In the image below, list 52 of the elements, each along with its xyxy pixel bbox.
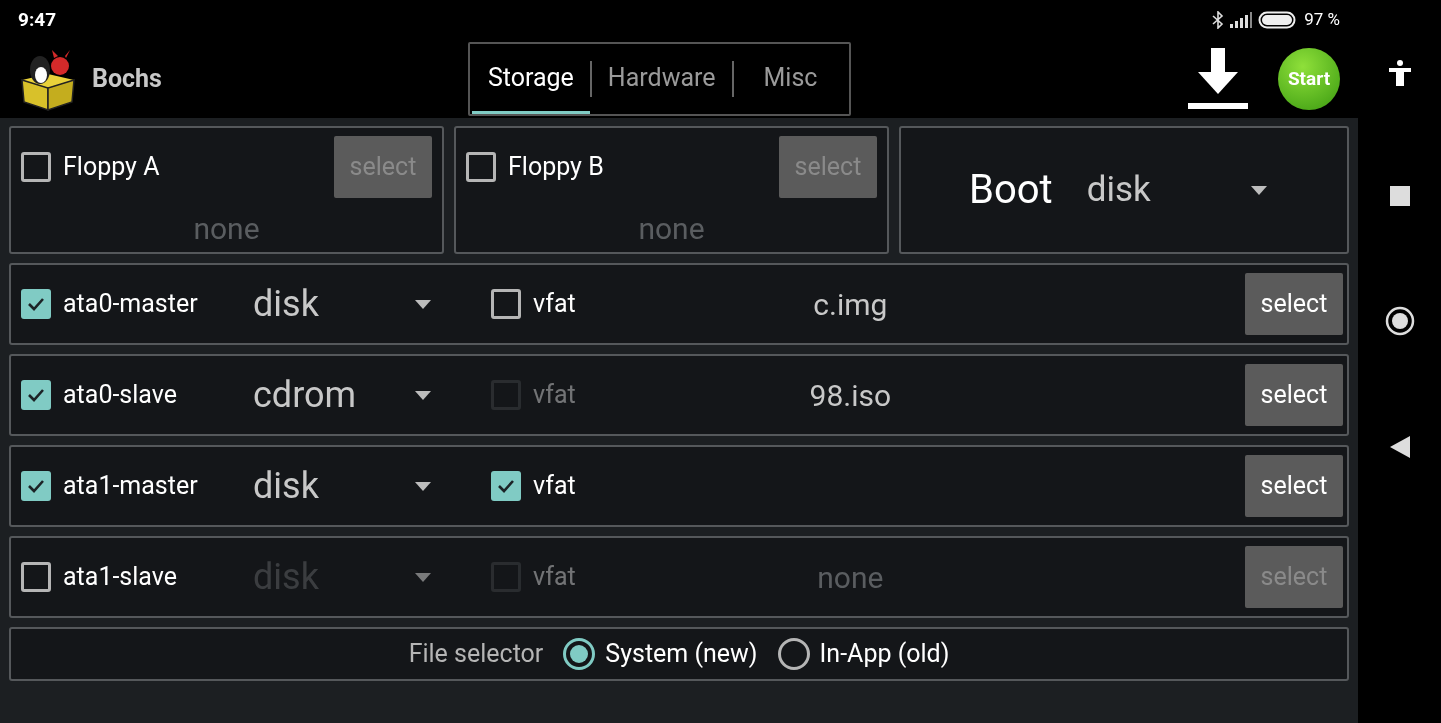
radio-option[interactable]: System (new) [563, 635, 758, 673]
bluetooth-icon [1212, 11, 1225, 29]
vfat-label: vfat [533, 561, 576, 594]
type-dropdown[interactable]: disk [253, 277, 431, 331]
type-dropdown[interactable]: cdrom [253, 368, 431, 422]
floppy-label: Floppy A [63, 151, 160, 184]
home-icon[interactable] [1384, 306, 1415, 336]
drive-label: ata1-master [63, 470, 199, 503]
select-button[interactable]: select [1245, 364, 1343, 426]
boot-label: Boot [969, 165, 1053, 215]
checkbox[interactable] [21, 152, 51, 182]
vfat-label: vfat [533, 288, 576, 321]
image-file: 98.iso [809, 376, 892, 415]
drive-label: ata0-slave [63, 379, 178, 412]
tab[interactable]: Misc [733, 44, 848, 114]
radio-option[interactable]: In-App (old) [777, 635, 950, 673]
caret-icon [415, 481, 431, 491]
checkbox[interactable] [491, 471, 521, 501]
type-dropdown[interactable]: disk [253, 459, 431, 513]
battery-percent: 97 % [1304, 8, 1340, 32]
checkbox[interactable] [21, 289, 51, 319]
app-title: Bochs [92, 63, 162, 96]
accessibility-icon[interactable] [1388, 60, 1411, 86]
checkbox[interactable] [491, 289, 521, 319]
vfat-label: vfat [533, 470, 576, 503]
back-icon[interactable] [1389, 436, 1410, 458]
drive-label: ata1-slave [63, 561, 178, 594]
signal-icon [1230, 12, 1253, 28]
image-file: none [817, 558, 884, 597]
floppy-image: none [192, 214, 261, 244]
checkbox[interactable] [21, 471, 51, 501]
caret-icon [415, 572, 431, 582]
image-file: c.img [813, 285, 888, 324]
recents-icon[interactable] [1389, 186, 1410, 206]
caret-icon [415, 299, 431, 309]
battery-icon [1258, 11, 1297, 29]
vfat-label: vfat [533, 379, 576, 412]
tab[interactable]: Hardware [591, 44, 732, 114]
select-button[interactable]: select [1245, 455, 1343, 517]
drive-label: ata0-master [63, 288, 199, 321]
floppy-label: Floppy B [508, 151, 604, 184]
select-button[interactable]: select [1245, 273, 1343, 335]
caret-icon [1251, 185, 1267, 195]
floppy-image: none [637, 214, 706, 244]
checkbox[interactable] [21, 380, 51, 410]
caret-icon [415, 390, 431, 400]
boot-dropdown[interactable]: disk [1086, 163, 1267, 217]
download-icon[interactable] [1188, 48, 1248, 110]
checkbox[interactable] [21, 562, 51, 592]
status-time: 9:47 [18, 6, 57, 33]
file-selector-label: File selector [408, 638, 544, 671]
checkbox[interactable] [466, 152, 496, 182]
